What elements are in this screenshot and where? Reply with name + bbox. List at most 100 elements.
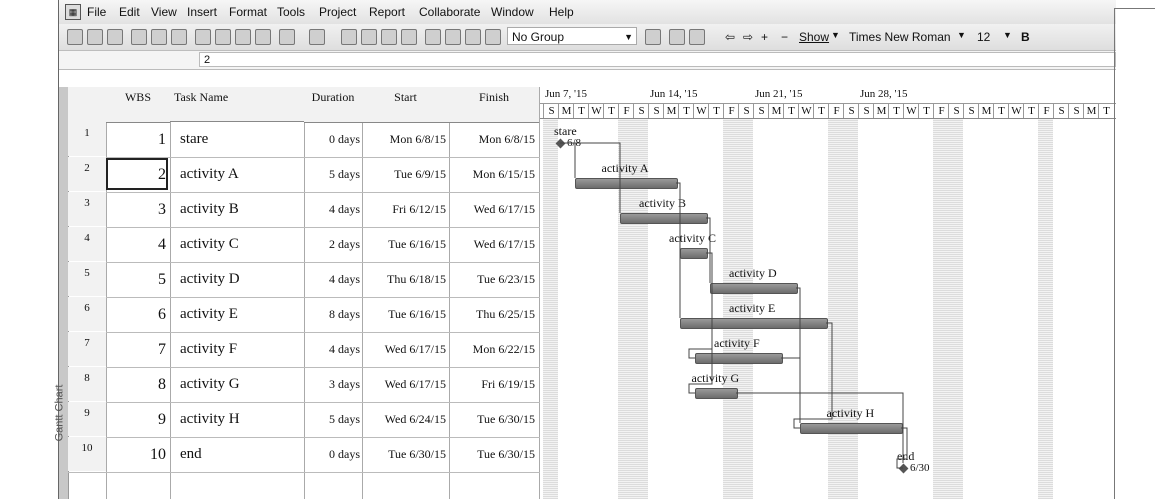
row-duration[interactable]: 5 days: [304, 157, 360, 192]
row-finish[interactable]: Tue 6/30/15: [449, 402, 535, 437]
app-icon[interactable]: ▦: [65, 4, 81, 20]
table-row[interactable]: 9 9 activity H5 days Wed 6/24/15 Tue 6/30/15: [68, 402, 540, 438]
row-start[interactable]: Wed 6/17/15: [362, 332, 446, 367]
menu-project[interactable]: Project: [319, 5, 356, 19]
paste-icon[interactable]: [235, 29, 251, 45]
menu-insert[interactable]: Insert: [187, 5, 217, 19]
menu-window[interactable]: Window: [491, 5, 534, 19]
row-wbs[interactable]: 7: [106, 332, 166, 367]
print-icon[interactable]: [131, 29, 147, 45]
filter-icon[interactable]: [645, 29, 661, 45]
row-finish[interactable]: Mon 6/22/15: [449, 332, 535, 367]
row-finish[interactable]: Tue 6/30/15: [449, 437, 535, 472]
row-finish[interactable]: Thu 6/25/15: [449, 297, 535, 332]
row-wbs[interactable]: 10: [106, 437, 166, 472]
menu-format[interactable]: Format: [229, 5, 267, 19]
header-duration[interactable]: Duration: [304, 87, 362, 123]
row-id[interactable]: 9: [68, 402, 106, 436]
row-duration[interactable]: 4 days: [304, 262, 360, 297]
redo-icon[interactable]: [309, 29, 325, 45]
row-task-name[interactable]: activity E: [170, 297, 304, 332]
row-finish[interactable]: Mon 6/8/15: [449, 122, 535, 157]
row-duration[interactable]: 0 days: [304, 122, 360, 157]
row-start[interactable]: Wed 6/24/15: [362, 402, 446, 437]
bold-button[interactable]: B: [1021, 30, 1030, 44]
row-finish[interactable]: Wed 6/17/15: [449, 227, 535, 262]
row-duration[interactable]: 4 days: [304, 192, 360, 227]
row-start[interactable]: Tue 6/30/15: [362, 437, 446, 472]
row-task-name[interactable]: activity C: [170, 227, 304, 262]
font-select[interactable]: Times New Roman: [849, 30, 951, 44]
row-start[interactable]: Fri 6/12/15: [362, 192, 446, 227]
row-wbs[interactable]: 4: [106, 227, 166, 262]
header-task-name[interactable]: Task Name: [170, 87, 304, 122]
menu-collaborate[interactable]: Collaborate: [419, 5, 480, 19]
plus-icon[interactable]: +: [761, 30, 768, 44]
row-id[interactable]: 8: [68, 367, 106, 401]
row-id[interactable]: 2: [68, 157, 106, 191]
row-start[interactable]: Tue 6/16/15: [362, 227, 446, 262]
menu-file[interactable]: File: [87, 5, 106, 19]
row-task-name[interactable]: activity G: [170, 367, 304, 402]
row-duration[interactable]: 5 days: [304, 402, 360, 437]
scroll-right-icon[interactable]: ⇨: [743, 30, 753, 44]
row-start[interactable]: Thu 6/18/15: [362, 262, 446, 297]
row-id[interactable]: 6: [68, 297, 106, 331]
row-id[interactable]: 10: [68, 437, 106, 471]
show-menu[interactable]: Show: [799, 30, 829, 44]
table-row[interactable]: 5 5 activity D4 days Thu 6/18/15 Tue 6/23/15: [68, 262, 540, 298]
undo-icon[interactable]: [279, 29, 295, 45]
header-select-all[interactable]: [68, 87, 106, 123]
row-wbs[interactable]: 1: [106, 122, 166, 157]
row-duration[interactable]: 4 days: [304, 332, 360, 367]
row-finish[interactable]: Fri 6/19/15: [449, 367, 535, 402]
row-duration[interactable]: 0 days: [304, 437, 360, 472]
table-row[interactable]: 6 6 activity E8 days Tue 6/16/15 Thu 6/25/15: [68, 297, 540, 333]
row-task-name[interactable]: activity H: [170, 402, 304, 437]
resource-pool-icon[interactable]: [485, 29, 501, 45]
spelling-icon[interactable]: [171, 29, 187, 45]
row-id[interactable]: 5: [68, 262, 106, 296]
minus-icon[interactable]: −: [781, 30, 788, 44]
gantt-wizard-icon[interactable]: [669, 29, 685, 45]
entry-field[interactable]: 2: [199, 52, 1116, 67]
open-icon[interactable]: [87, 29, 103, 45]
row-task-name[interactable]: stare: [170, 122, 304, 157]
row-wbs[interactable]: 3: [106, 192, 166, 227]
save-icon[interactable]: [107, 29, 123, 45]
row-id[interactable]: 4: [68, 227, 106, 261]
row-wbs[interactable]: 6: [106, 297, 166, 332]
table-row[interactable]: 8 8 activity G3 days Wed 6/17/15 Fri 6/19/15: [68, 367, 540, 403]
assign-resources-icon[interactable]: [445, 29, 461, 45]
cut-icon[interactable]: [195, 29, 211, 45]
table-row[interactable]: 3 3 activity B4 days Fri 6/12/15 Wed 6/17/15: [68, 192, 540, 228]
row-start[interactable]: Mon 6/8/15: [362, 122, 446, 157]
menu-tools[interactable]: Tools: [277, 5, 305, 19]
table-row[interactable]: 7 7 activity F4 days Wed 6/17/15 Mon 6/22/15: [68, 332, 540, 368]
row-duration[interactable]: 2 days: [304, 227, 360, 262]
row-duration[interactable]: 3 days: [304, 367, 360, 402]
font-size-select[interactable]: 12: [977, 30, 990, 44]
row-start[interactable]: Tue 6/9/15: [362, 157, 446, 192]
menu-edit[interactable]: Edit: [119, 5, 140, 19]
row-finish[interactable]: Mon 6/15/15: [449, 157, 535, 192]
row-id[interactable]: 7: [68, 332, 106, 366]
table-row[interactable]: 1 1 stare 0 days Mon 6/8/15 Mon 6/8/15: [68, 122, 540, 158]
row-start[interactable]: Tue 6/16/15: [362, 297, 446, 332]
link-tasks-icon[interactable]: [341, 29, 357, 45]
menu-help[interactable]: Help: [549, 5, 574, 19]
table-row[interactable]: 2 2 activity A5 days Tue 6/9/15 Mon 6/15/15: [68, 157, 540, 193]
row-task-name[interactable]: activity D: [170, 262, 304, 297]
row-wbs[interactable]: 9: [106, 402, 166, 437]
row-wbs[interactable]: 8: [106, 367, 166, 402]
row-task-name[interactable]: activity F: [170, 332, 304, 367]
row-id[interactable]: 3: [68, 192, 106, 226]
new-icon[interactable]: [67, 29, 83, 45]
row-task-name[interactable]: activity A: [170, 157, 304, 192]
scroll-left-icon[interactable]: ⇦: [725, 30, 735, 44]
header-start[interactable]: Start: [362, 87, 449, 123]
publish-icon[interactable]: [465, 29, 481, 45]
copy-icon[interactable]: [215, 29, 231, 45]
help-icon[interactable]: [689, 29, 705, 45]
split-task-icon[interactable]: [381, 29, 397, 45]
